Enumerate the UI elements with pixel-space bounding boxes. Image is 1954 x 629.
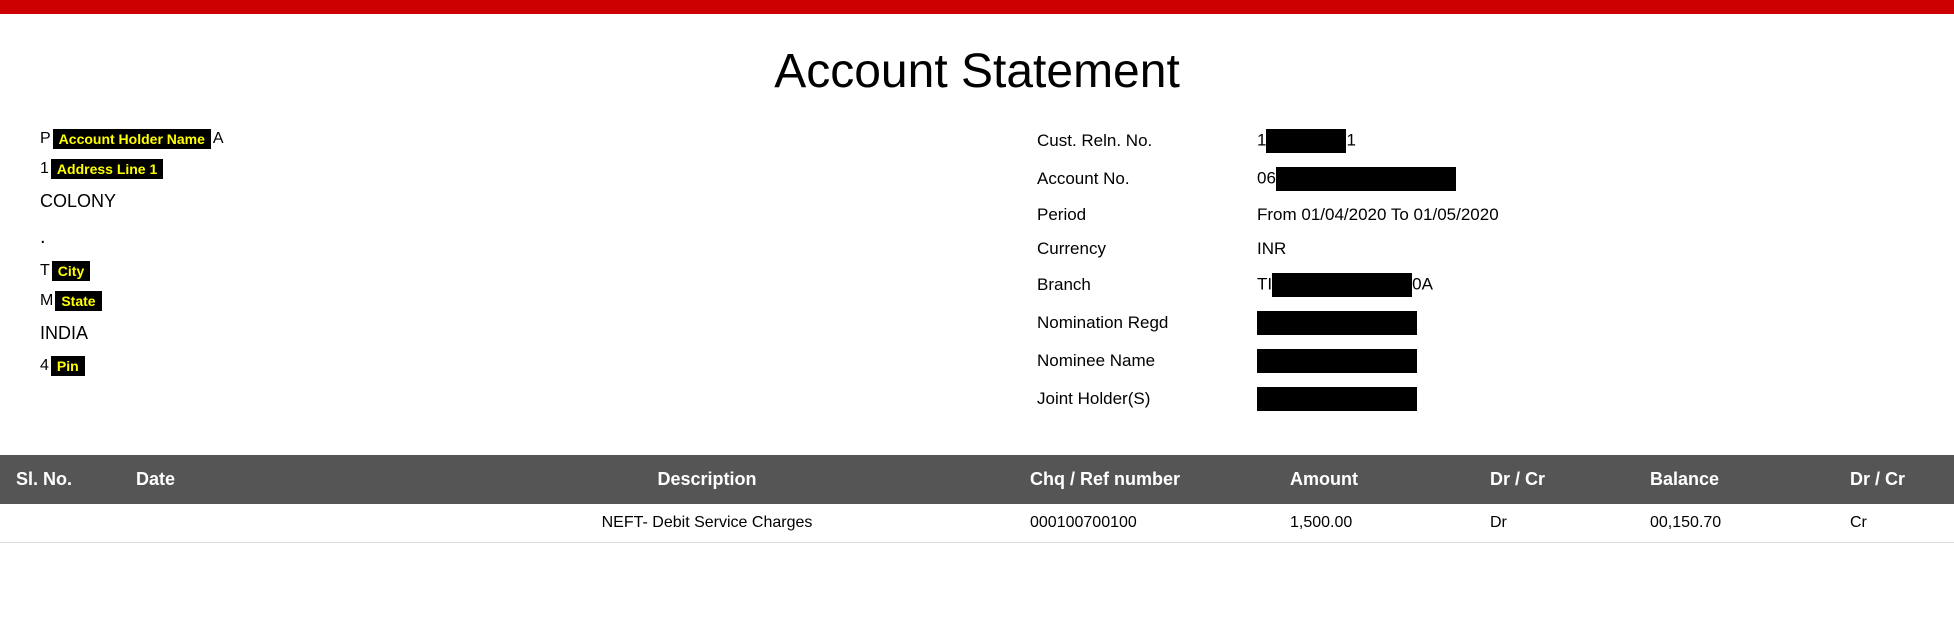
- redacted-box-6: [1257, 349, 1417, 373]
- th-drcr: Dr / Cr: [1474, 455, 1634, 504]
- info-label-7: Joint Holder(S): [1037, 389, 1257, 409]
- table-section: Sl. No. Date Description Chq / Ref numbe…: [0, 455, 1954, 543]
- td-date: [120, 504, 400, 542]
- address-line1-label: Address Line 1: [51, 159, 163, 179]
- address-prefix: 1: [40, 160, 49, 178]
- th-slno: Sl. No.: [0, 455, 120, 504]
- state-prefix: M: [40, 292, 53, 310]
- info-label-0: Cust. Reln. No.: [1037, 131, 1257, 151]
- info-label-3: Currency: [1037, 239, 1257, 259]
- address-line1-row: 1 Address Line 1: [40, 159, 917, 179]
- redacted-box-0: [1266, 129, 1346, 153]
- info-value-4: TI 0A: [1257, 273, 1433, 297]
- country-text: INDIA: [40, 321, 917, 346]
- state-label: State: [55, 291, 101, 311]
- account-holder-prefix: P: [40, 130, 51, 148]
- td-chq: 000100700100: [1014, 504, 1274, 542]
- redacted-box-7: [1257, 387, 1417, 411]
- th-drcr2: Dr / Cr: [1834, 455, 1954, 504]
- top-red-bar: [0, 0, 1954, 14]
- state-row: M State: [40, 291, 917, 311]
- pin-prefix: 4: [40, 357, 49, 375]
- td-slno: [0, 504, 120, 542]
- info-row-3: CurrencyINR: [1037, 239, 1914, 259]
- info-value-6: [1257, 349, 1417, 373]
- th-balance: Balance: [1634, 455, 1834, 504]
- city-label: City: [52, 261, 90, 281]
- city-row: T City: [40, 261, 917, 281]
- account-holder-row: P Account Holder Name A: [40, 129, 917, 149]
- info-row-4: BranchTI 0A: [1037, 273, 1914, 297]
- info-value-prefix-0: 1: [1257, 130, 1266, 149]
- th-amount: Amount: [1274, 455, 1474, 504]
- left-section: P Account Holder Name A 1 Address Line 1…: [40, 129, 957, 425]
- info-label-1: Account No.: [1037, 169, 1257, 189]
- info-value-suffix-0: 1: [1346, 130, 1355, 149]
- info-value-3: INR: [1257, 239, 1286, 259]
- account-holder-suffix: A: [213, 130, 224, 148]
- redacted-box-1: [1276, 167, 1456, 191]
- info-label-4: Branch: [1037, 275, 1257, 295]
- info-value-2: From 01/04/2020 To 01/05/2020: [1257, 205, 1499, 225]
- th-desc: Description: [400, 455, 1014, 504]
- th-chq: Chq / Ref number: [1014, 455, 1274, 504]
- dot-text: .: [40, 224, 917, 251]
- td-amount: 1,500.00: [1274, 504, 1474, 542]
- info-value-7: [1257, 387, 1417, 411]
- page-title: Account Statement: [0, 14, 1954, 129]
- info-label-6: Nominee Name: [1037, 351, 1257, 371]
- info-value-5: [1257, 311, 1417, 335]
- redacted-box-4: [1272, 273, 1412, 297]
- info-label-2: Period: [1037, 205, 1257, 225]
- info-value-0: 11: [1257, 129, 1356, 153]
- th-date: Date: [120, 455, 400, 504]
- info-row-2: PeriodFrom 01/04/2020 To 01/05/2020: [1037, 205, 1914, 225]
- td-drcr2: Cr: [1834, 504, 1954, 542]
- account-holder-label: Account Holder Name: [53, 129, 211, 149]
- redacted-box-5: [1257, 311, 1417, 335]
- info-row-0: Cust. Reln. No.11: [1037, 129, 1914, 153]
- table-row: NEFT- Debit Service Charges 000100700100…: [0, 504, 1954, 543]
- info-label-5: Nomination Regd: [1037, 313, 1257, 333]
- info-value-prefix-1: 06: [1257, 168, 1276, 187]
- td-balance: 00,150.70: [1634, 504, 1834, 542]
- info-row-7: Joint Holder(S): [1037, 387, 1914, 411]
- right-section: Cust. Reln. No.11Account No.06PeriodFrom…: [977, 129, 1914, 425]
- info-value-prefix-4: TI: [1257, 274, 1272, 293]
- info-value-1: 06: [1257, 167, 1456, 191]
- info-value-suffix-4: 0A: [1412, 274, 1433, 293]
- td-drcr: Dr: [1474, 504, 1634, 542]
- info-row-6: Nominee Name: [1037, 349, 1914, 373]
- info-row-5: Nomination Regd: [1037, 311, 1914, 335]
- td-desc: NEFT- Debit Service Charges: [400, 504, 1014, 542]
- info-row-1: Account No.06: [1037, 167, 1914, 191]
- table-header: Sl. No. Date Description Chq / Ref numbe…: [0, 455, 1954, 504]
- city-prefix: T: [40, 262, 50, 280]
- pin-label: Pin: [51, 356, 85, 376]
- colony-text: COLONY: [40, 189, 917, 214]
- pin-row: 4 Pin: [40, 356, 917, 376]
